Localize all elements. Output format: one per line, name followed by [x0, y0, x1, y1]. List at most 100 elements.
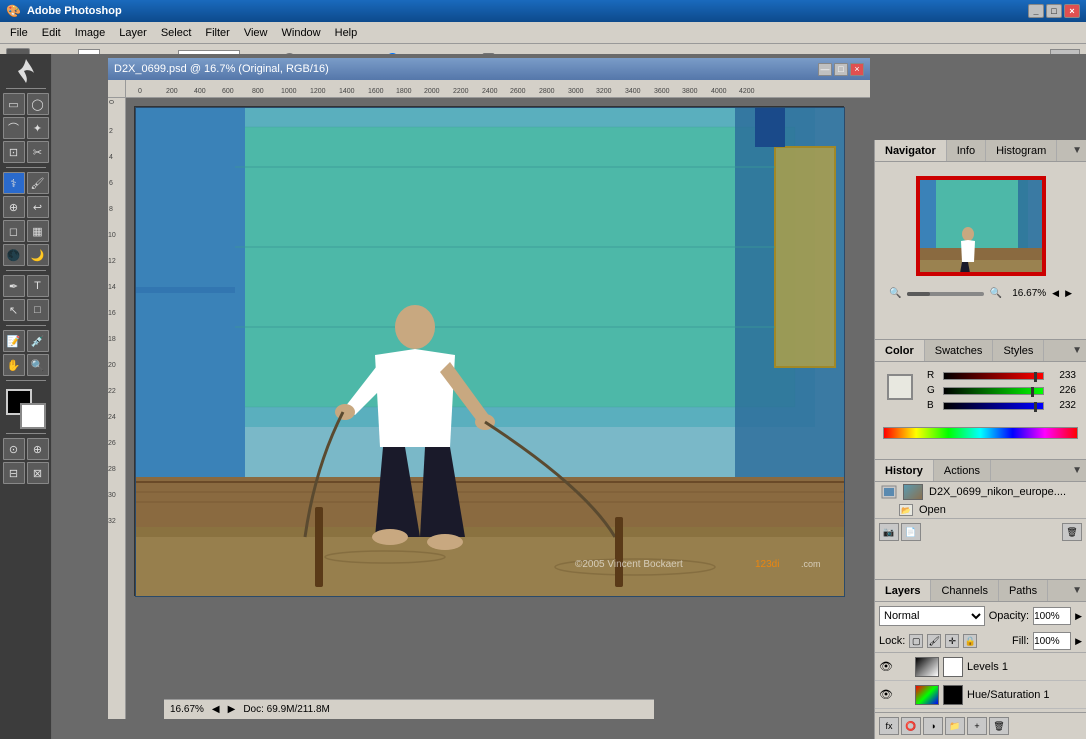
canvas-area[interactable]: ©2005 Vincent Bockaert 123di .com — [126, 98, 870, 719]
layer-group-btn[interactable]: 📁 — [945, 717, 965, 735]
tool-screen-mode2[interactable]: ⊠ — [27, 462, 49, 484]
tool-std-mode[interactable]: ⊕ — [27, 438, 49, 460]
opacity-input[interactable] — [1033, 607, 1071, 625]
zoom-slider[interactable] — [907, 292, 983, 296]
tab-color[interactable]: Color — [875, 340, 925, 361]
tool-pair-3: ⊡ ✂ — [3, 141, 49, 163]
navigator-collapse[interactable]: ▼ — [1068, 143, 1086, 158]
nav-left-btn[interactable]: ◀ — [1052, 288, 1059, 299]
tab-history[interactable]: History — [875, 460, 934, 481]
tool-gradient[interactable]: ▦ — [27, 220, 49, 242]
tool-brush[interactable]: 🖌 — [27, 172, 49, 194]
hist-delete[interactable]: 🗑 — [1062, 523, 1082, 541]
zoom-out-icon[interactable]: 🔍 — [889, 288, 901, 299]
layer-row-levels[interactable]: 👁 Levels 1 — [875, 653, 1086, 681]
tab-channels[interactable]: Channels — [931, 580, 998, 601]
tool-marquee-ellipse[interactable]: ◯ — [27, 93, 49, 115]
tool-screen-mode[interactable]: ⊟ — [3, 462, 25, 484]
spectrum-bar[interactable] — [883, 427, 1078, 439]
g-slider[interactable] — [943, 387, 1044, 395]
tool-eyedropper[interactable]: 💉 — [27, 330, 49, 352]
lock-image[interactable]: 🖌 — [927, 634, 941, 648]
tool-slice[interactable]: ✂ — [27, 141, 49, 163]
menu-help[interactable]: Help — [329, 25, 364, 41]
doc-minimize[interactable]: — — [818, 63, 832, 76]
tool-type[interactable]: T — [27, 275, 49, 297]
title-bar-controls[interactable]: _ □ × — [1028, 4, 1080, 18]
tab-paths[interactable]: Paths — [999, 580, 1048, 601]
tool-marquee-rect[interactable]: ▭ — [3, 93, 25, 115]
hist-new-snapshot[interactable]: 📷 — [879, 523, 899, 541]
layer-eye-hue[interactable]: 👁 — [879, 688, 893, 702]
menu-select[interactable]: Select — [155, 25, 198, 41]
layers-collapse[interactable]: ▼ — [1068, 583, 1086, 598]
hist-create-doc[interactable]: 📄 — [901, 523, 921, 541]
tool-dodge[interactable]: 🌑 — [3, 244, 25, 266]
layer-eye-levels[interactable]: 👁 — [879, 660, 893, 674]
background-color[interactable] — [20, 403, 46, 429]
fill-input[interactable] — [1033, 632, 1071, 650]
menu-view[interactable]: View — [238, 25, 274, 41]
color-collapse[interactable]: ▼ — [1068, 343, 1086, 358]
fill-arrow[interactable]: ▶ — [1075, 636, 1082, 647]
tool-burn[interactable]: 🌙 — [27, 244, 49, 266]
document-controls[interactable]: — □ × — [818, 63, 864, 76]
tool-zoom[interactable]: 🔍 — [27, 354, 49, 376]
layer-delete-btn[interactable]: 🗑 — [989, 717, 1009, 735]
status-arrow-right[interactable]: ▶ — [228, 704, 236, 715]
tool-magic-wand[interactable]: ✦ — [27, 117, 49, 139]
layer-mask-btn[interactable]: ⭕ — [901, 717, 921, 735]
menu-file[interactable]: File — [4, 25, 34, 41]
tool-path-select[interactable]: ↖ — [3, 299, 25, 321]
layer-new-btn[interactable]: + — [967, 717, 987, 735]
tool-quick-mask[interactable]: ⊙ — [3, 438, 25, 460]
tab-swatches[interactable]: Swatches — [925, 340, 994, 361]
close-button[interactable]: × — [1064, 4, 1080, 18]
tab-styles[interactable]: Styles — [993, 340, 1044, 361]
tool-hand[interactable]: ✋ — [3, 354, 25, 376]
tab-layers[interactable]: Layers — [875, 580, 931, 601]
layer-row-hue[interactable]: 👁 Hue/Saturation 1 — [875, 681, 1086, 709]
status-arrow-left[interactable]: ◀ — [212, 704, 220, 715]
history-file-item[interactable]: D2X_0699_nikon_europe.... — [875, 482, 1086, 502]
doc-close[interactable]: × — [850, 63, 864, 76]
tool-heal[interactable]: ⚕ — [3, 172, 25, 194]
layer-style-btn[interactable]: fx — [879, 717, 899, 735]
tool-history-brush[interactable]: ↩ — [27, 196, 49, 218]
lock-all[interactable]: 🔒 — [963, 634, 977, 648]
tool-eraser[interactable]: ◻ — [3, 220, 25, 242]
menu-image[interactable]: Image — [69, 25, 112, 41]
tab-navigator[interactable]: Navigator — [875, 140, 947, 161]
tool-lasso[interactable]: ⌒ — [3, 117, 25, 139]
opacity-arrow[interactable]: ▶ — [1075, 611, 1082, 622]
history-open-label: Open — [919, 504, 946, 516]
tool-notes[interactable]: 📝 — [3, 330, 25, 352]
r-slider[interactable] — [943, 372, 1044, 380]
nav-right-btn[interactable]: ▶ — [1065, 288, 1072, 299]
doc-maximize[interactable]: □ — [834, 63, 848, 76]
fill-label: Fill: — [1012, 635, 1029, 647]
menu-edit[interactable]: Edit — [36, 25, 67, 41]
tool-pen[interactable]: ✒ — [3, 275, 25, 297]
tool-clone[interactable]: ⊕ — [3, 196, 25, 218]
menu-layer[interactable]: Layer — [113, 25, 153, 41]
tool-crop[interactable]: ⊡ — [3, 141, 25, 163]
history-collapse[interactable]: ▼ — [1068, 463, 1086, 478]
layer-adj-btn[interactable]: ◑ — [923, 717, 943, 735]
menu-filter[interactable]: Filter — [199, 25, 235, 41]
tool-shape[interactable]: □ — [27, 299, 49, 321]
maximize-button[interactable]: □ — [1046, 4, 1062, 18]
lock-transparency[interactable]: ▢ — [909, 634, 923, 648]
tab-info[interactable]: Info — [947, 140, 986, 161]
lock-position[interactable]: ✛ — [945, 634, 959, 648]
color-swatch[interactable] — [887, 374, 913, 400]
menu-window[interactable]: Window — [276, 25, 327, 41]
tool-pair-9: ↖ □ — [3, 299, 49, 321]
history-open-item[interactable]: 📂 Open — [875, 502, 1086, 518]
tab-histogram[interactable]: Histogram — [986, 140, 1057, 161]
zoom-in-icon[interactable]: 🔍 — [990, 288, 1002, 299]
blend-mode-select[interactable]: Normal — [879, 606, 985, 626]
b-slider[interactable] — [943, 402, 1044, 410]
tab-actions[interactable]: Actions — [934, 460, 991, 481]
minimize-button[interactable]: _ — [1028, 4, 1044, 18]
